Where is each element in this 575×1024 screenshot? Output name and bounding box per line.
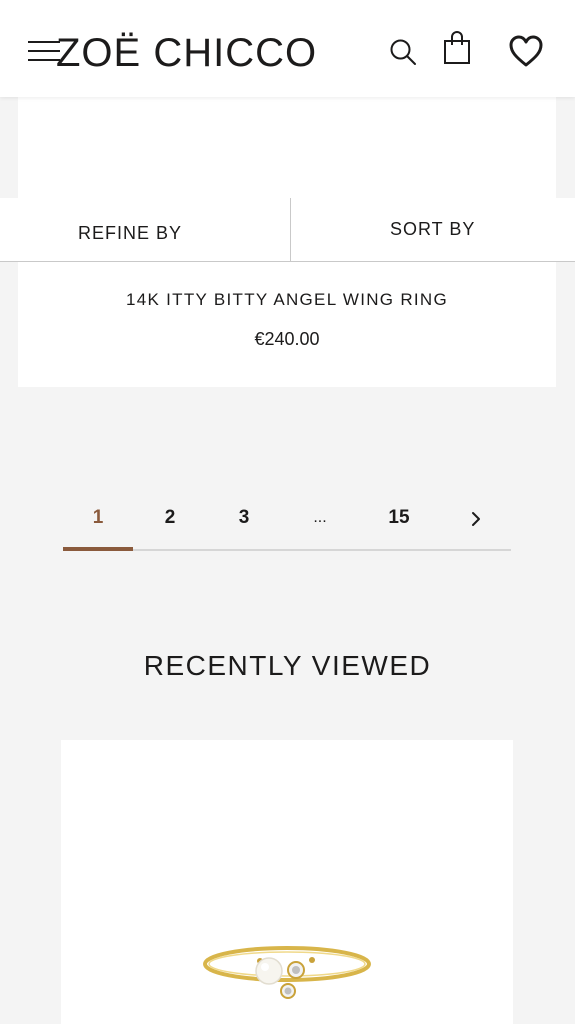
product-price: €240.00 bbox=[254, 329, 320, 349]
recently-viewed-title: RECENTLY VIEWED bbox=[143, 650, 432, 681]
recently-viewed-product-card[interactable] bbox=[61, 740, 513, 1024]
search-icon[interactable] bbox=[388, 37, 418, 67]
page-15-link[interactable]: 15 bbox=[379, 503, 419, 533]
chevron-right-icon[interactable] bbox=[463, 507, 489, 531]
brand-logo[interactable]: ZOË CHICCO bbox=[56, 29, 317, 77]
heart-icon[interactable] bbox=[508, 34, 544, 68]
refine-by-label: REFINE BY bbox=[78, 223, 183, 243]
page: ZOË CHICCO REFINE BY SORT BY 14K ITTY BI… bbox=[0, 0, 575, 1024]
filter-bar: REFINE BY SORT BY bbox=[0, 198, 575, 262]
product-name[interactable]: 14K ITTY BITTY ANGEL WING RING bbox=[18, 290, 556, 310]
shopping-bag-icon[interactable] bbox=[442, 31, 472, 67]
ring-product-image[interactable] bbox=[197, 936, 377, 1016]
pagination: 1 2 3 ... 15 bbox=[63, 495, 511, 553]
page-1-link[interactable]: 1 bbox=[83, 503, 113, 533]
page-ellipsis: ... bbox=[313, 509, 327, 526]
product-card-info[interactable]: 14K ITTY BITTY ANGEL WING RING €240.00 bbox=[18, 262, 556, 387]
refine-by-button[interactable]: REFINE BY bbox=[0, 198, 291, 261]
site-header: ZOË CHICCO bbox=[0, 0, 575, 97]
sort-by-button[interactable]: SORT BY bbox=[292, 198, 575, 261]
page-3-link[interactable]: 3 bbox=[229, 503, 259, 533]
page-2-link[interactable]: 2 bbox=[155, 503, 185, 533]
sort-by-label: SORT BY bbox=[390, 219, 476, 239]
product-card-image[interactable] bbox=[18, 97, 556, 199]
filter-divider bbox=[290, 198, 291, 261]
pagination-active-indicator bbox=[63, 547, 133, 551]
